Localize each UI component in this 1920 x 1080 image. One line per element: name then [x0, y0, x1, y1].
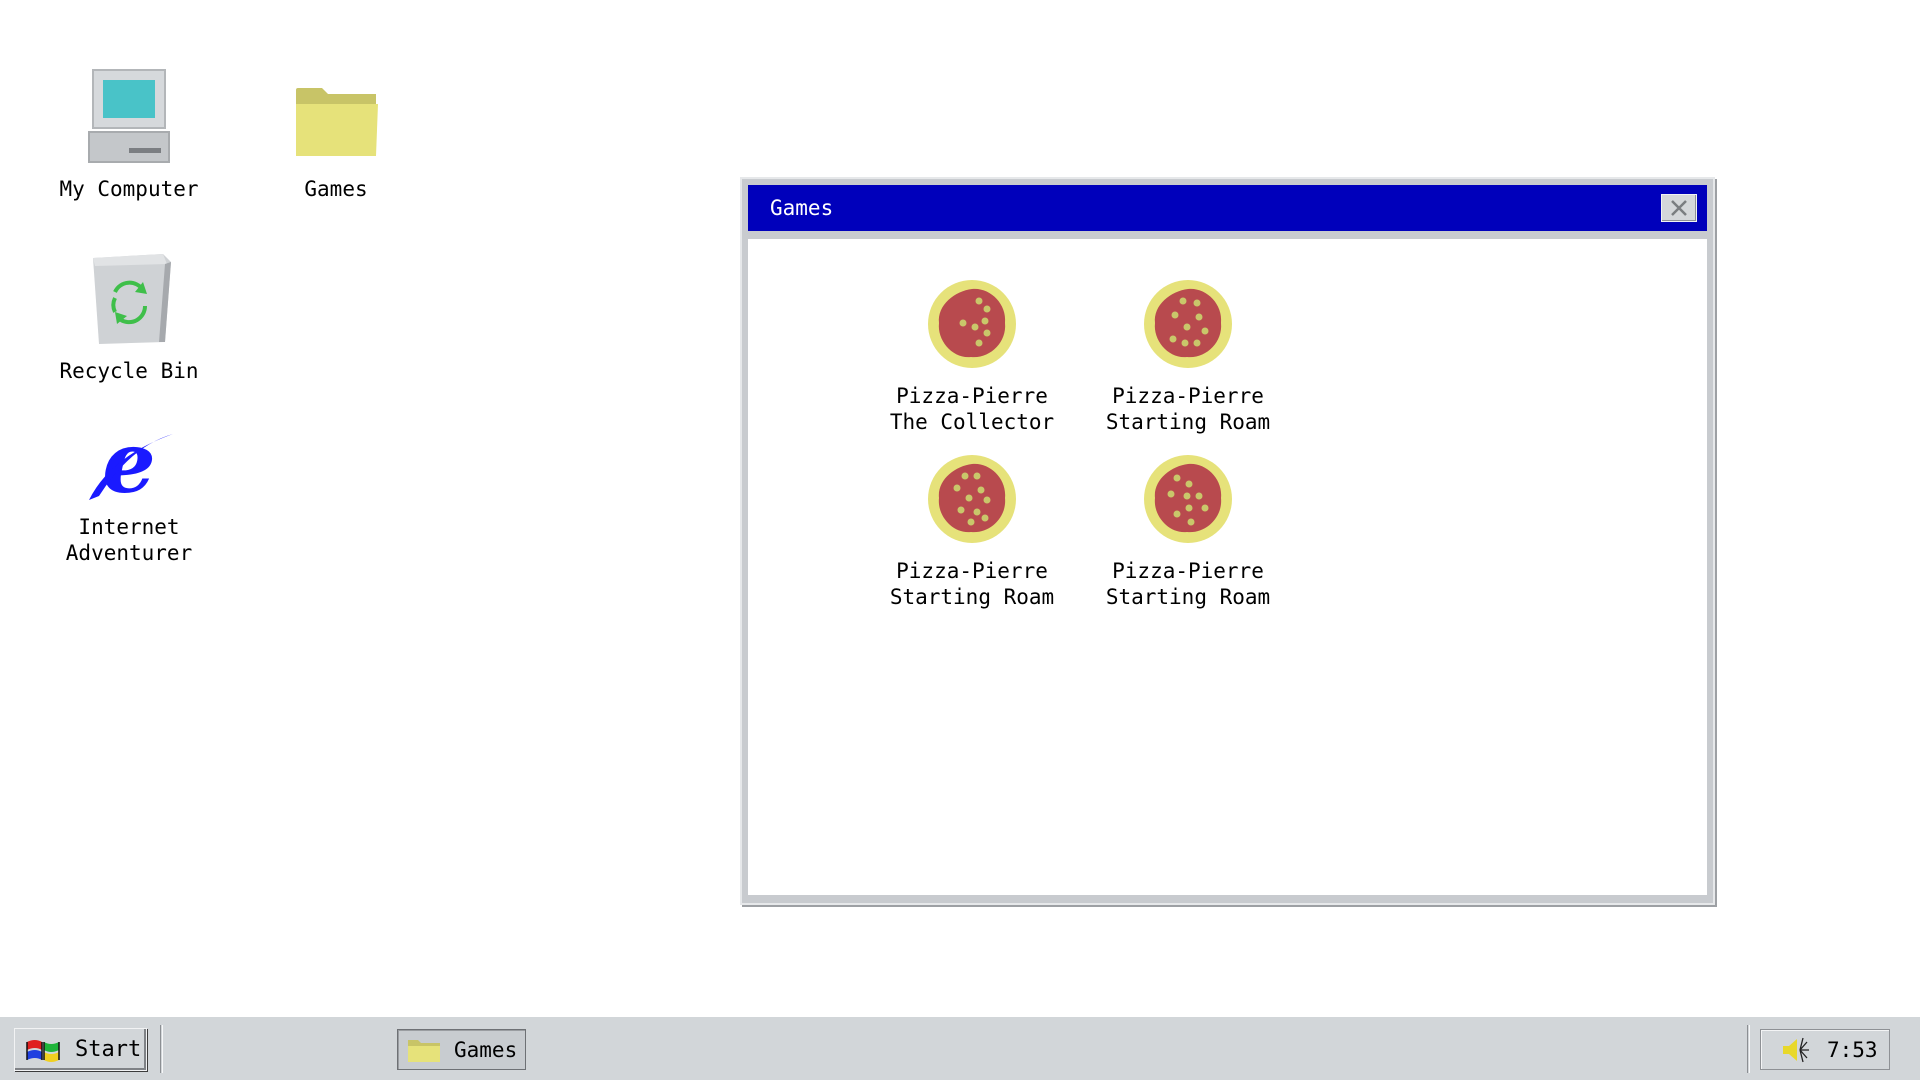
recycle-bin-icon — [93, 254, 171, 344]
game-item-title: Pizza-Pierre — [1112, 559, 1264, 583]
pizza-icon — [1144, 455, 1232, 543]
game-item-label: Pizza-Pierre Starting Roam — [890, 558, 1054, 610]
desktop-icon-recycle-bin[interactable]: Recycle Bin — [44, 250, 214, 384]
taskbar-separator — [160, 1025, 163, 1073]
folder-icon — [408, 1039, 440, 1062]
game-item-label: Pizza-Pierre Starting Roam — [1106, 558, 1270, 610]
window-content: Pizza-Pierre The Collector Pizza-Pierre … — [748, 239, 1707, 895]
game-item-label: Pizza-Pierre The Collector — [890, 383, 1054, 435]
game-item-pizza-pierre-starting-roam[interactable]: Pizza-Pierre Starting Roam — [1088, 454, 1288, 610]
taskbar-item-games[interactable]: Games — [397, 1029, 526, 1070]
window-titlebar[interactable]: Games — [748, 185, 1707, 231]
desktop-icon-internet-adventurer[interactable]: e Internet Adventurer — [44, 426, 214, 566]
game-item-title: Pizza-Pierre — [896, 384, 1048, 408]
game-item-label: Pizza-Pierre Starting Roam — [1106, 383, 1270, 435]
volume-icon[interactable] — [1779, 1036, 1811, 1064]
start-button[interactable]: Start — [14, 1028, 147, 1071]
game-item-subtitle: Starting Roam — [889, 585, 1055, 609]
desktop-icon-label: Recycle Bin — [59, 359, 199, 383]
start-logo-icon — [26, 1039, 60, 1062]
game-item-pizza-pierre-starting-roam[interactable]: Pizza-Pierre Starting Roam — [872, 454, 1072, 610]
game-item-subtitle: Starting Roam — [1105, 410, 1271, 434]
computer-icon — [88, 69, 170, 163]
games-window[interactable]: Games Pizza-Pierre The Collector Pizza-P… — [740, 177, 1715, 905]
desktop-icon-label: Games — [304, 177, 368, 201]
taskbar-item-label: Games — [454, 1037, 518, 1062]
game-item-pizza-pierre-the-collector[interactable]: Pizza-Pierre The Collector — [872, 279, 1072, 435]
close-button[interactable] — [1661, 194, 1697, 222]
game-item-subtitle: The Collector — [889, 410, 1055, 434]
close-icon — [1671, 200, 1687, 216]
game-item-subtitle: Starting Roam — [1105, 585, 1271, 609]
clock[interactable]: 7:53 — [1827, 1038, 1878, 1062]
desktop-icon-label: Internet Adventurer — [65, 515, 193, 565]
desktop-icon-my-computer[interactable]: My Computer — [44, 68, 214, 202]
start-label: Start — [75, 1037, 142, 1062]
pizza-icon — [928, 280, 1016, 368]
system-tray: 7:53 — [1760, 1029, 1890, 1070]
game-item-pizza-pierre-starting-roam[interactable]: Pizza-Pierre Starting Roam — [1088, 279, 1288, 435]
window-title: Games — [770, 196, 834, 220]
game-item-title: Pizza-Pierre — [896, 559, 1048, 583]
desktop-icon-label: My Computer — [59, 177, 199, 201]
game-item-title: Pizza-Pierre — [1112, 384, 1264, 408]
pizza-icon — [928, 455, 1016, 543]
folder-icon — [296, 88, 378, 156]
browser-icon: e — [89, 426, 173, 506]
taskbar: Start Games 7:53 — [0, 1017, 1920, 1080]
svg-text:e: e — [102, 426, 155, 506]
desktop-icon-games[interactable]: Games — [251, 68, 421, 202]
pizza-icon — [1144, 280, 1232, 368]
taskbar-separator — [1747, 1025, 1750, 1073]
